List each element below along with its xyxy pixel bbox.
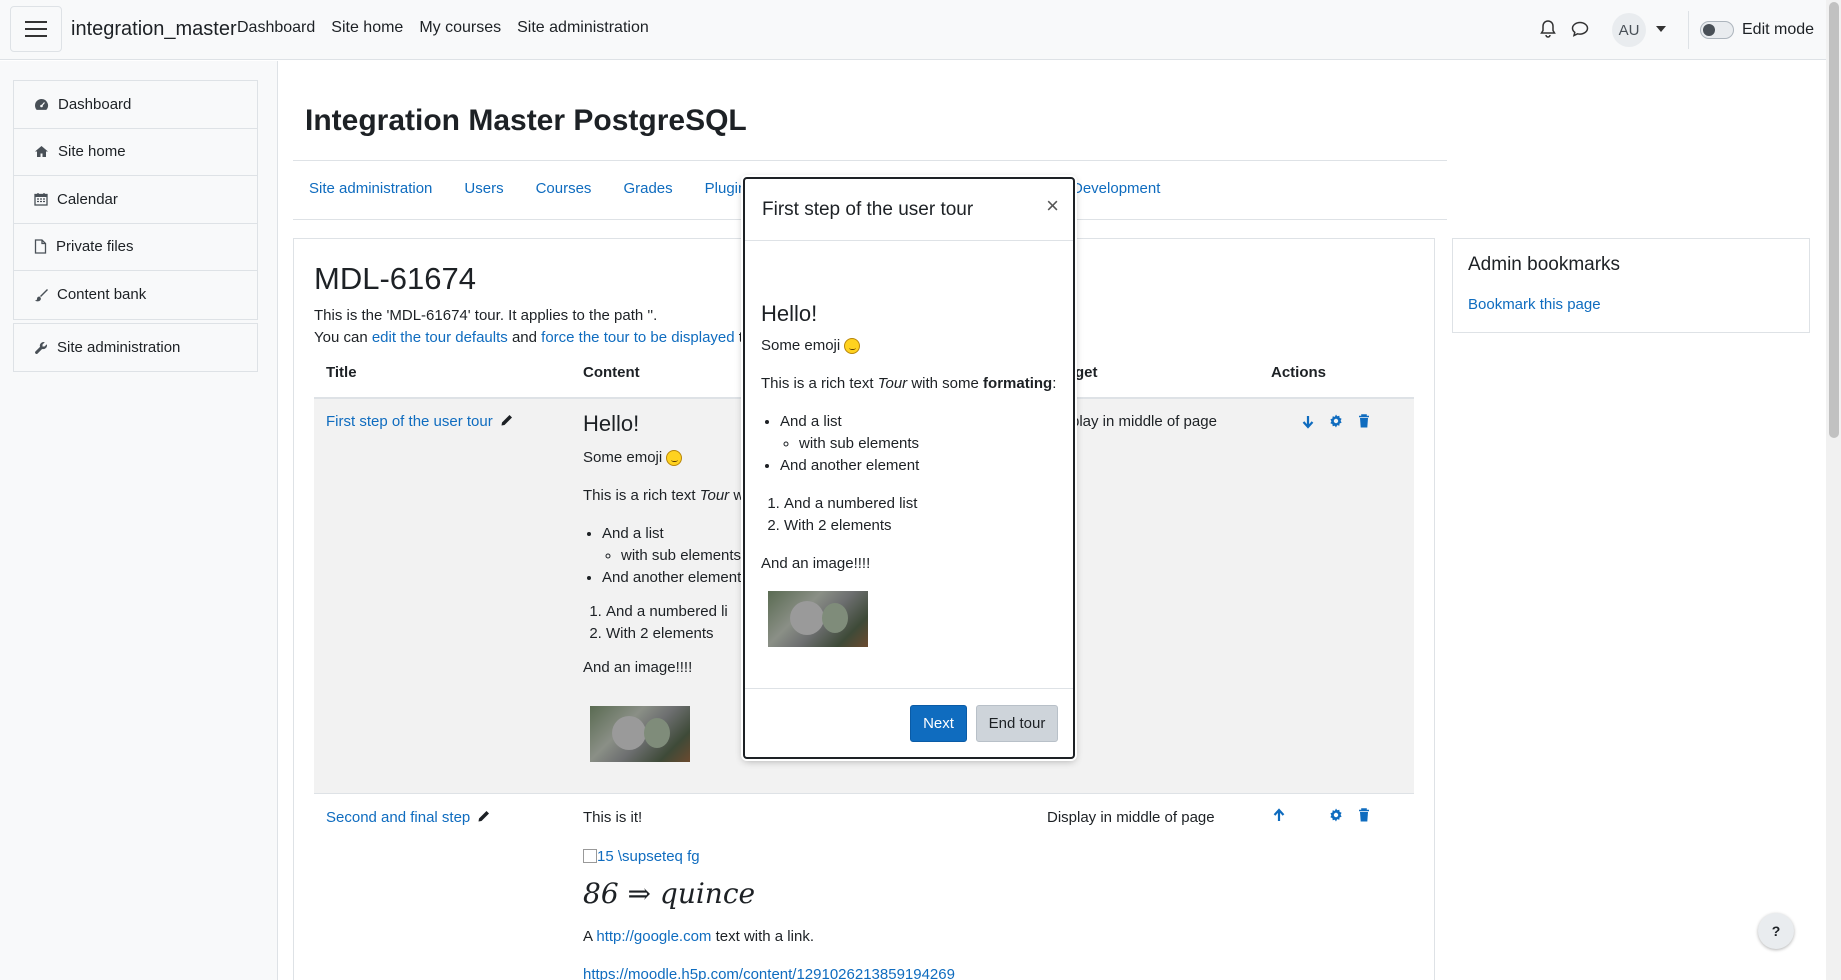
dialog-title: First step of the user tour	[762, 198, 974, 220]
list-item: And another element	[780, 455, 1057, 477]
site-brand[interactable]: integration_master	[71, 18, 237, 41]
koala-image	[590, 706, 690, 762]
bell-icon[interactable]	[1540, 20, 1556, 38]
page-title: Integration Master PostgreSQL	[305, 104, 747, 137]
step-content-line: This is it!	[583, 809, 643, 826]
help-button[interactable]: ?	[1758, 913, 1794, 949]
tab-grades[interactable]: Grades	[623, 180, 672, 197]
tour-title: MDL-61674	[314, 261, 476, 296]
tab-courses[interactable]: Courses	[536, 180, 592, 197]
pencil-icon[interactable]	[500, 414, 513, 427]
force-tour-link[interactable]: force the tour to be displayed	[541, 329, 734, 346]
drawer-toggle-button[interactable]	[10, 6, 62, 52]
admin-bookmarks-title: Admin bookmarks	[1468, 254, 1621, 275]
math-expression: 86 ⇒ quince	[583, 877, 756, 910]
drawer-item-site-home[interactable]: Site home	[14, 129, 257, 176]
move-down-icon[interactable]	[1302, 415, 1314, 429]
drawer-item-label: Dashboard	[58, 95, 132, 113]
wrench-icon	[35, 341, 47, 354]
list-item: with sub elements	[799, 433, 1057, 455]
calendar-icon	[34, 193, 48, 206]
step-target-cell: play in middle of page	[1071, 413, 1217, 430]
nav-my-courses[interactable]: My courses	[419, 19, 501, 37]
gear-icon[interactable]	[1329, 808, 1343, 822]
drawer-item-site-administration[interactable]: Site administration	[14, 324, 257, 371]
link-text-line: A http://google.com text with a link.	[583, 928, 814, 945]
column-header-title: Title	[326, 364, 357, 381]
end-tour-button[interactable]: End tour	[976, 705, 1058, 742]
chat-icon[interactable]	[1571, 21, 1589, 37]
drawer-item-dashboard[interactable]: Dashboard	[14, 81, 257, 129]
drawer-item-label: Content bank	[57, 286, 147, 304]
table-row-divider	[314, 793, 1414, 794]
edit-mode-toggle[interactable]	[1700, 21, 1734, 39]
paint-brush-icon	[35, 288, 48, 302]
user-tour-dialog: First step of the user tour × Hello! Som…	[743, 177, 1075, 759]
nav-dashboard[interactable]: Dashboard	[237, 19, 315, 37]
google-link[interactable]: http://google.com	[596, 928, 711, 945]
list-item: With 2 elements	[784, 515, 1057, 537]
h5p-link-line: https://moodle.h5p.com/content/129102621…	[583, 966, 955, 980]
drawer-item-calendar[interactable]: Calendar	[14, 176, 257, 224]
tab-site-administration[interactable]: Site administration	[309, 180, 432, 197]
edit-tour-defaults-link[interactable]: edit the tour defaults	[372, 329, 508, 346]
step-target-cell: Display in middle of page	[1047, 809, 1215, 826]
koala-image	[768, 591, 868, 647]
tab-users[interactable]: Users	[464, 180, 503, 197]
step-title-link[interactable]: Second and final step	[326, 809, 470, 826]
broken-image: 15 \supseteq fg	[583, 848, 700, 865]
secondary-navigation: Site administration Users Courses Grades…	[309, 180, 786, 197]
step-title-link[interactable]: First step of the user tour	[326, 413, 493, 430]
trash-icon[interactable]	[1358, 808, 1370, 822]
h5p-link[interactable]: https://moodle.h5p.com/content/129102621…	[583, 966, 955, 980]
drawer-item-content-bank[interactable]: Content bank	[14, 271, 257, 319]
trash-icon[interactable]	[1358, 414, 1370, 428]
navbar-divider	[1688, 11, 1689, 49]
drawer-item-label: Calendar	[57, 190, 118, 208]
column-header-target: get	[1075, 364, 1098, 381]
file-icon	[34, 239, 47, 254]
home-icon	[35, 146, 48, 158]
edit-mode-label: Edit mode	[1742, 21, 1815, 38]
header-divider	[293, 160, 1447, 161]
scrollbar-thumb[interactable]	[1829, 2, 1839, 438]
tour-actions-text: You can edit the tour defaults and force…	[314, 329, 743, 346]
drawer-main-group: Dashboard Site home Calendar Private fil…	[13, 80, 258, 320]
list-item: And a numbered list	[784, 493, 1057, 515]
smile-emoji-icon	[844, 338, 861, 355]
nav-site-home[interactable]: Site home	[331, 19, 403, 37]
dialog-footer: Next End tour	[745, 688, 1073, 759]
column-header-content: Content	[583, 364, 640, 381]
admin-bookmarks-block: Admin bookmarks Bookmark this page	[1452, 238, 1810, 333]
user-menu-caret-icon[interactable]	[1656, 26, 1666, 32]
drawer-item-label: Site home	[58, 143, 126, 161]
column-header-actions: Actions	[1271, 364, 1327, 381]
nav-site-administration[interactable]: Site administration	[517, 19, 649, 37]
tour-description: This is the 'MDL-61674' tour. It applies…	[314, 307, 658, 324]
bookmark-page-link[interactable]: Bookmark this page	[1468, 296, 1601, 313]
drawer-item-private-files[interactable]: Private files	[14, 224, 257, 271]
move-up-icon[interactable]	[1273, 808, 1285, 822]
dialog-heading: Hello!	[761, 301, 818, 326]
pencil-icon[interactable]	[477, 810, 490, 823]
smile-emoji-icon	[666, 450, 683, 467]
close-icon[interactable]: ×	[1046, 195, 1059, 217]
next-button[interactable]: Next	[910, 705, 967, 742]
dashboard-icon	[35, 98, 49, 110]
dialog-header: First step of the user tour ×	[745, 179, 1073, 241]
drawer-item-label: Site administration	[57, 339, 181, 356]
list-item: And a list with sub elements	[780, 411, 1057, 455]
user-avatar[interactable]: AU	[1612, 13, 1646, 47]
broken-image-icon	[583, 849, 597, 863]
tab-development[interactable]: Development	[1072, 180, 1160, 197]
drawer-item-label: Private files	[56, 238, 134, 256]
step-title-cell: First step of the user tour	[326, 413, 513, 430]
primary-navigation: Dashboard Site home My courses Site admi…	[237, 19, 649, 37]
gear-icon[interactable]	[1329, 414, 1343, 428]
step-title-cell: Second and final step	[326, 809, 490, 826]
dialog-body: Hello! Some emoji This is a rich text To…	[745, 301, 1073, 751]
top-navbar: integration_master Dashboard Site home M…	[0, 0, 1826, 60]
drawer-admin-group: Site administration	[13, 323, 258, 372]
navigation-drawer: Dashboard Site home Calendar Private fil…	[0, 61, 278, 980]
